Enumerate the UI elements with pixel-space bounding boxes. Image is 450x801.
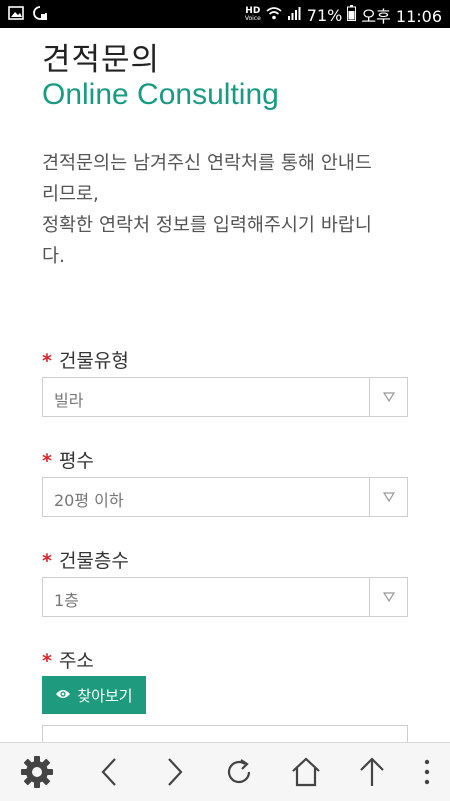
intro-text: 견적문의는 남겨주신 연락처를 통해 안내드 리므로, 정확한 연락처 정보를 … xyxy=(42,148,412,272)
chevron-down-icon[interactable] xyxy=(369,378,407,416)
gallery-icon xyxy=(8,5,24,25)
clock: 오후 11:06 xyxy=(361,7,442,26)
floors-label-text: 건물층수 xyxy=(58,550,129,572)
building-type-label-text: 건물유형 xyxy=(58,350,129,372)
required-mark: * xyxy=(42,350,52,372)
floors-label: * 건물층수 xyxy=(42,546,129,573)
sync-icon xyxy=(32,5,48,25)
battery-icon xyxy=(347,5,357,25)
back-icon[interactable] xyxy=(84,743,134,801)
more-icon[interactable] xyxy=(402,743,450,801)
required-mark: * xyxy=(42,650,52,672)
building-type-value: 빌라 xyxy=(54,391,84,410)
intro-line: 다. xyxy=(42,246,65,267)
refresh-icon[interactable] xyxy=(214,743,264,801)
scroll-top-icon[interactable] xyxy=(347,743,397,801)
address-search-button[interactable]: 찾아보기 xyxy=(42,676,146,714)
hd-voice-badge: HD Voice xyxy=(244,6,261,23)
floors-select[interactable]: 1층 xyxy=(42,577,408,617)
area-select[interactable]: 20평 이하 xyxy=(42,477,408,517)
required-mark: * xyxy=(42,450,52,472)
area-value: 20평 이하 xyxy=(54,491,124,510)
signal-icon xyxy=(287,6,302,25)
area-label-text: 평수 xyxy=(58,450,94,472)
chevron-down-icon[interactable] xyxy=(369,578,407,616)
intro-line: 정확한 연락처 정보를 입력해주시기 바랍니 xyxy=(42,215,372,236)
status-bar: HD Voice 71% 오후 11:06 xyxy=(0,0,450,28)
required-mark: * xyxy=(42,550,52,572)
page-subtitle: Online Consulting xyxy=(42,78,279,111)
intro-line: 리므로, xyxy=(42,184,99,205)
address-input[interactable] xyxy=(42,725,408,742)
building-type-select[interactable]: 빌라 xyxy=(42,377,408,417)
address-search-label: 찾아보기 xyxy=(77,686,133,705)
home-icon[interactable] xyxy=(281,743,331,801)
floors-value: 1층 xyxy=(54,591,79,610)
wifi-icon xyxy=(266,5,282,25)
forward-icon[interactable] xyxy=(150,743,200,801)
area-label: * 평수 xyxy=(42,446,94,473)
page-title: 견적문의 xyxy=(42,42,161,78)
eye-icon xyxy=(55,686,71,704)
browser-toolbar xyxy=(0,742,450,801)
intro-line: 견적문의는 남겨주신 연락처를 통해 안내드 xyxy=(42,153,372,174)
address-label: * 주소 xyxy=(42,646,94,673)
building-type-label: * 건물유형 xyxy=(42,346,129,373)
gear-icon[interactable] xyxy=(12,743,62,801)
chevron-down-icon[interactable] xyxy=(369,478,407,516)
battery-percent: 71% xyxy=(306,5,343,25)
address-label-text: 주소 xyxy=(58,650,94,672)
page-content: 견적문의 Online Consulting 견적문의는 남겨주신 연락처를 통… xyxy=(0,28,450,742)
